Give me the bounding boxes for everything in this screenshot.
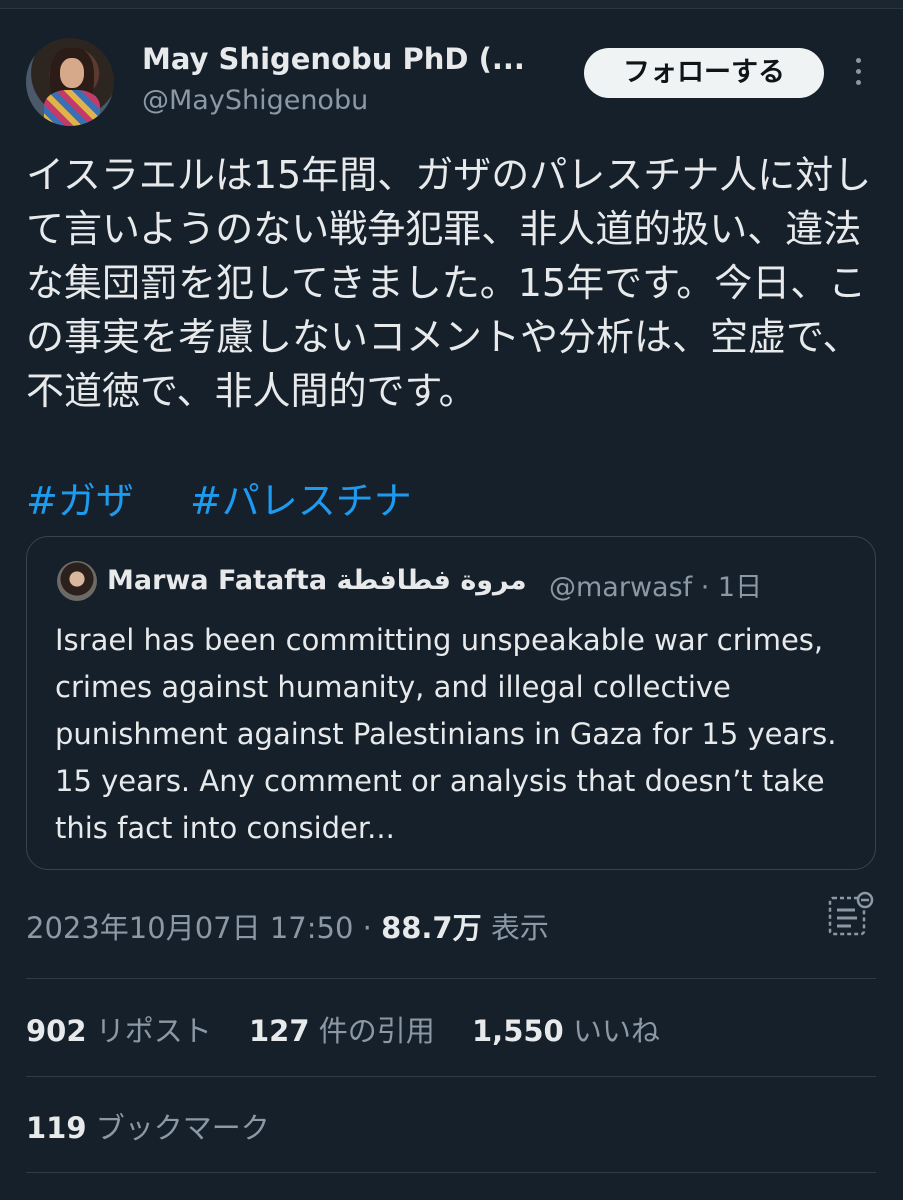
views-label: 表示	[490, 911, 549, 945]
quotes-stat[interactable]: 127 件の引用	[249, 1014, 435, 1048]
divider	[26, 1172, 876, 1173]
meta-separator: ·	[362, 911, 372, 945]
likes-stat[interactable]: 1,550 いいね	[472, 1014, 660, 1048]
bookmarks-stat[interactable]: 119 ブックマーク	[26, 1105, 270, 1147]
divider	[26, 978, 876, 979]
author-name[interactable]: May Shigenobu PhD (...	[142, 42, 525, 76]
top-border	[0, 0, 903, 9]
quoted-author-name: Marwa Fatafta مروة فطافطة	[107, 565, 527, 596]
views-count: 88.7万	[381, 911, 482, 945]
hashtags: #ガザ #パレスチナ	[26, 470, 456, 525]
author-avatar[interactable]	[26, 38, 114, 126]
bookmarks-label: ブックマーク	[95, 1111, 270, 1145]
tweet-text: イスラエルは15年間、ガザのパレスチナ人に対して言いようのない戦争犯罪、非人道的…	[26, 153, 872, 413]
analytics-icon[interactable]	[826, 890, 876, 940]
divider	[26, 1076, 876, 1077]
quoted-tweet-text: Israel has been committing unspeakable w…	[55, 623, 837, 845]
more-icon[interactable]	[848, 58, 868, 92]
tweet-header: May Shigenobu PhD (... @MayShigenobu フォロ…	[26, 38, 876, 128]
follow-button[interactable]: フォローする	[584, 48, 824, 98]
author-handle[interactable]: @MayShigenobu	[142, 85, 368, 116]
hashtag-link[interactable]: #パレスチナ	[190, 479, 412, 523]
engagement-stats: 902 リポスト 127 件の引用 1,550 いいね	[26, 1008, 688, 1050]
quoted-tweet[interactable]: Marwa Fatafta مروة فطافطة @marwasf · 1日 …	[26, 536, 876, 870]
reposts-stat[interactable]: 902 リポスト	[26, 1014, 212, 1048]
quoted-author-handle: @marwasf · 1日	[549, 572, 763, 603]
quoted-author-avatar	[57, 561, 97, 601]
tweet-meta: 2023年10月07日 17:50 · 88.7万 表示	[26, 905, 549, 947]
timestamp[interactable]: 2023年10月07日 17:50	[26, 911, 353, 945]
hashtag-link[interactable]: #ガザ	[26, 479, 134, 523]
bookmarks-count: 119	[26, 1111, 87, 1145]
